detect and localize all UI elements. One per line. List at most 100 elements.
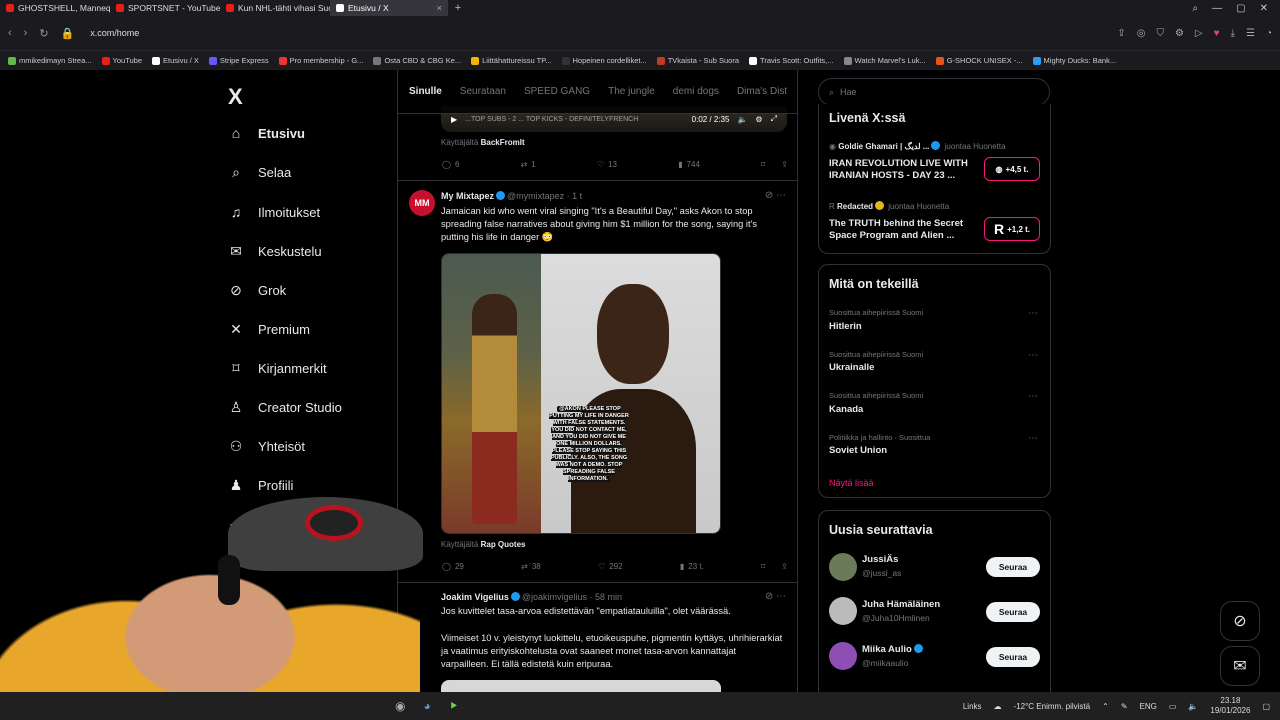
discord-icon[interactable]: ◕ xyxy=(423,699,430,713)
settings-icon[interactable]: ⚙ xyxy=(755,115,762,124)
menu-icon[interactable]: ☰ xyxy=(1246,28,1255,39)
x-logo[interactable]: X xyxy=(228,84,243,110)
trend-more-icon[interactable]: ⋯ xyxy=(1028,391,1038,402)
extensions-icon[interactable]: ⚙ xyxy=(1175,28,1184,39)
bookmark-button[interactable]: ⌑ ⇪ xyxy=(761,160,788,169)
avatar[interactable] xyxy=(829,553,857,581)
pen-icon[interactable]: ✎ xyxy=(1121,702,1128,711)
reload-icon[interactable]: ↻ xyxy=(39,27,48,40)
weather-text[interactable]: -12°C Enimm. pilvistä xyxy=(1014,702,1091,711)
url-field[interactable]: x.com/home xyxy=(90,28,139,38)
grok-fab-icon[interactable]: ⊘ xyxy=(1220,601,1260,641)
trend-item[interactable]: Soviet Union xyxy=(829,445,887,456)
avatar[interactable] xyxy=(829,642,857,670)
chevron-up-icon[interactable]: ⌃ xyxy=(1102,702,1109,711)
bookmark-item[interactable]: Stripe Express xyxy=(208,56,269,65)
live-listeners-badge[interactable]: ◍ +4,5 t. xyxy=(984,157,1040,181)
reply-button[interactable]: ◯ 6 xyxy=(442,160,459,169)
volume-icon[interactable]: 🔈 xyxy=(1188,702,1198,711)
search-input[interactable]: Hae xyxy=(840,87,857,97)
live-title[interactable]: The TRUTH behind the Secret Space Progra… xyxy=(829,218,979,242)
nav-explore[interactable]: ⌕ Selaa xyxy=(228,164,291,180)
nav-bookmarks[interactable]: ⌑ Kirjanmerkit xyxy=(228,360,326,376)
like-button[interactable]: ♡ 13 xyxy=(597,160,617,169)
bookmark-item[interactable]: Etusivu / X xyxy=(152,56,199,65)
bookmark-item[interactable]: Osta CBD & CBG Ke... xyxy=(373,56,461,65)
app-icon[interactable]: ⯈ xyxy=(449,699,459,714)
browser-tab[interactable]: SPORTSNET - YouTube× xyxy=(110,0,220,16)
post-more-icon[interactable]: ⊘ ⋯ xyxy=(765,591,786,602)
forward-icon[interactable]: › xyxy=(24,27,28,39)
avatar[interactable]: MM xyxy=(409,190,435,216)
bookmark-item[interactable]: YouTube xyxy=(101,56,142,65)
maximize-icon[interactable]: ▢ xyxy=(1236,3,1245,14)
repost-button[interactable]: ⇄ 1 xyxy=(521,160,536,169)
account-name[interactable]: JussiÄs xyxy=(862,554,898,565)
close-window-icon[interactable]: ✕ xyxy=(1260,3,1268,14)
bookmark-item[interactable]: Pro membership - G... xyxy=(278,56,363,65)
messages-fab-icon[interactable]: ✉ xyxy=(1220,646,1260,686)
trend-more-icon[interactable]: ⋯ xyxy=(1028,350,1038,361)
live-title[interactable]: IRAN REVOLUTION LIVE WITH IRANIAN HOSTS … xyxy=(829,158,979,182)
links-toolbar[interactable]: Links xyxy=(963,702,982,711)
tab-list[interactable]: The jungle xyxy=(608,86,655,97)
post-more-icon[interactable]: ⊘ ⋯ xyxy=(765,190,786,201)
nav-creator-studio[interactable]: ♙ Creator Studio xyxy=(228,399,342,415)
language-indicator[interactable]: ENG xyxy=(1140,702,1157,711)
nav-premium[interactable]: ✕ Premium xyxy=(228,321,310,337)
post[interactable]: Joakim Vigelius @joakimvigelius · 58 min … xyxy=(398,582,797,692)
close-tab-icon[interactable]: × xyxy=(437,3,442,13)
account-name[interactable]: Miika Aulio xyxy=(862,644,925,655)
new-tab-button[interactable]: + xyxy=(448,2,468,14)
bookmark-item[interactable]: TVkaista - Sub Suora xyxy=(656,56,739,65)
account-handle[interactable]: @Juha10Hmlinen xyxy=(862,613,930,623)
bookmark-item[interactable]: Hopeinen cordelliket... xyxy=(561,56,647,65)
views-button[interactable]: ▮ 744 xyxy=(678,160,700,169)
back-icon[interactable]: ‹ xyxy=(8,27,12,39)
views-button[interactable]: ▮ 23 t. xyxy=(680,562,704,571)
bookmark-item[interactable]: Liittähattureissu TP... xyxy=(471,56,552,65)
search-tabs-icon[interactable]: ⌕ xyxy=(1193,3,1199,14)
bookmark-item[interactable]: Mighty Ducks: Bank... xyxy=(1032,56,1116,65)
heart-icon[interactable]: ♥ xyxy=(1214,28,1220,39)
bookmark-item[interactable]: Travis Scott: Outfits,... xyxy=(749,56,834,65)
account-icon[interactable]: ◔ xyxy=(1266,28,1272,39)
browser-tab-active[interactable]: Etusivu / X × xyxy=(330,0,448,16)
bookmark-item[interactable]: Watch Marvel's Luk... xyxy=(843,56,926,65)
share-icon[interactable]: ⇪ xyxy=(781,160,788,169)
reply-button[interactable]: ◯ 29 xyxy=(442,562,464,571)
account-name[interactable]: Juha Hämäläinen xyxy=(862,599,940,610)
download-icon[interactable]: ⤓ xyxy=(1231,28,1235,39)
shield-icon[interactable]: ⛉ xyxy=(1156,28,1164,39)
clock[interactable]: 23.18 19/01/2026 xyxy=(1210,696,1250,716)
tab-for-you[interactable]: Sinulle xyxy=(409,86,442,97)
follow-button[interactable]: Seuraa xyxy=(986,557,1040,577)
bookmark-button[interactable]: ⌑ ⇪ xyxy=(761,562,788,571)
tab-list[interactable]: demi dogs xyxy=(673,86,719,97)
fullscreen-icon[interactable]: ⤢ xyxy=(771,114,777,124)
bookmark-item[interactable]: mmikedimayn Strea... xyxy=(8,56,92,65)
trend-more-icon[interactable]: ⋯ xyxy=(1028,308,1038,319)
trend-item[interactable]: Hitlerin xyxy=(829,321,862,332)
browser-tab[interactable]: Kun NHL-tähti vihasi Suomi× xyxy=(220,0,330,16)
camera-icon[interactable]: ◎ xyxy=(1137,28,1146,39)
account-handle[interactable]: @miikaaulio xyxy=(862,658,908,668)
tab-list[interactable]: SPEED GANG xyxy=(524,86,590,97)
share-icon[interactable]: ⇪ xyxy=(781,562,788,571)
minimize-icon[interactable]: — xyxy=(1212,3,1222,14)
tab-following[interactable]: Seurataan xyxy=(460,86,506,97)
account-handle[interactable]: @jussi_as xyxy=(862,568,901,578)
nav-messages[interactable]: ✉ Keskustelu xyxy=(228,243,321,259)
weather-icon[interactable]: ☁ xyxy=(994,702,1002,711)
like-button[interactable]: ♡ 292 xyxy=(598,562,623,571)
search-box[interactable]: ⌕ Hae xyxy=(818,78,1050,106)
follow-button[interactable]: Seuraa xyxy=(986,647,1040,667)
play-icon[interactable]: ▷ xyxy=(1195,28,1203,39)
nav-grok[interactable]: ⊘ Grok xyxy=(228,282,286,298)
nav-notifications[interactable]: ♫ Ilmoitukset xyxy=(228,204,320,220)
nav-communities[interactable]: ⚇ Yhteisöt xyxy=(228,438,305,454)
live-listeners-badge[interactable]: R +1,2 t. xyxy=(984,217,1040,241)
post[interactable]: MM My Mixtapez @mymixtapez · 1 t ⊘ ⋯ Jama… xyxy=(398,180,797,580)
app-icon[interactable]: ◉ xyxy=(395,699,405,713)
trend-item[interactable]: Ukrainalle xyxy=(829,362,874,373)
